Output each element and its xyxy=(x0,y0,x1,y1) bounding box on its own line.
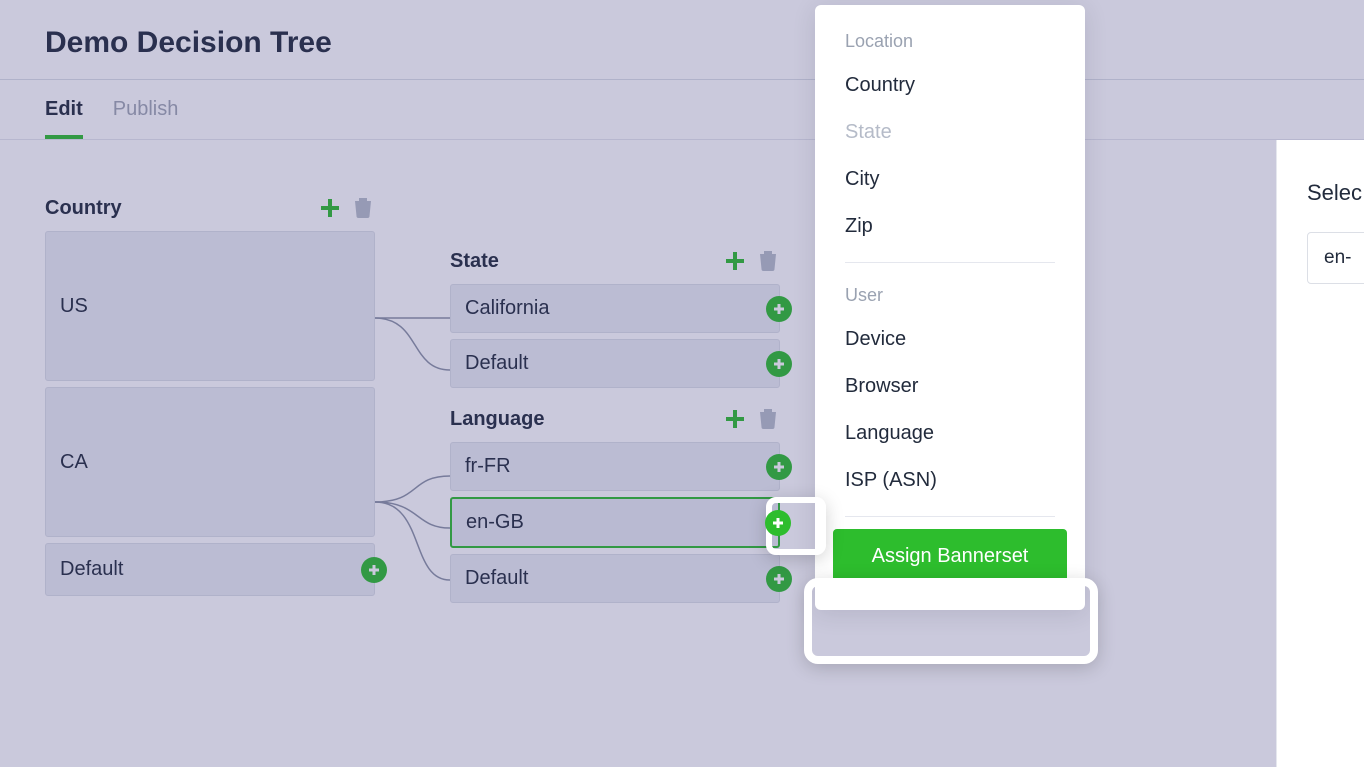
language-title: Language xyxy=(450,408,544,431)
tabs: Edit Publish xyxy=(0,80,1364,140)
plus-icon[interactable] xyxy=(722,406,748,432)
dropdown-item-browser[interactable]: Browser xyxy=(815,363,1085,410)
add-child-icon[interactable] xyxy=(766,296,792,322)
add-child-icon[interactable] xyxy=(361,557,387,583)
node-label: Default xyxy=(60,558,123,581)
add-child-icon[interactable] xyxy=(766,566,792,592)
country-item-ca[interactable]: CA xyxy=(45,387,375,537)
add-child-icon[interactable] xyxy=(766,351,792,377)
dropdown-item-language[interactable]: Language xyxy=(815,410,1085,457)
dropdown-item-country[interactable]: Country xyxy=(815,62,1085,109)
language-item-frfr[interactable]: fr-FR xyxy=(450,442,780,491)
language-item-default[interactable]: Default xyxy=(450,554,780,603)
country-item-default[interactable]: Default xyxy=(45,543,375,596)
node-label: en-GB xyxy=(466,511,524,534)
dropdown-divider xyxy=(845,516,1055,517)
tab-publish[interactable]: Publish xyxy=(113,98,179,139)
dropdown-item-isp[interactable]: ISP (ASN) xyxy=(815,457,1085,504)
trash-icon[interactable] xyxy=(353,196,375,220)
assign-bannerset-button[interactable]: Assign Bannerset xyxy=(833,529,1067,584)
node-label: Default xyxy=(465,567,528,590)
state-header: State xyxy=(450,248,780,274)
add-child-icon[interactable] xyxy=(766,454,792,480)
dropdown-item-zip[interactable]: Zip xyxy=(815,203,1085,250)
node-label: California xyxy=(465,297,549,320)
dropdown-section-location: Location xyxy=(815,21,1085,62)
plus-icon[interactable] xyxy=(722,248,748,274)
add-child-icon[interactable] xyxy=(765,510,791,536)
node-label: CA xyxy=(60,451,88,474)
dropdown-item-device[interactable]: Device xyxy=(815,316,1085,363)
language-item-engb[interactable]: en-GB xyxy=(450,497,780,548)
right-panel-label: Selec xyxy=(1307,180,1364,206)
state-item-california[interactable]: California xyxy=(450,284,780,333)
dropdown-section-user: User xyxy=(815,275,1085,316)
trash-icon[interactable] xyxy=(758,249,780,273)
node-label: US xyxy=(60,295,88,318)
node-label: Default xyxy=(465,352,528,375)
country-item-us[interactable]: US xyxy=(45,231,375,381)
dropdown-item-city[interactable]: City xyxy=(815,156,1085,203)
state-title: State xyxy=(450,250,499,273)
trash-icon[interactable] xyxy=(758,407,780,431)
tree-language-column: Language fr-FR en-GB Default xyxy=(450,406,780,609)
state-item-default[interactable]: Default xyxy=(450,339,780,388)
right-panel-input[interactable] xyxy=(1307,232,1364,284)
plus-icon[interactable] xyxy=(317,195,343,221)
tab-edit[interactable]: Edit xyxy=(45,98,83,139)
country-title: Country xyxy=(45,197,122,220)
dropdown-item-state[interactable]: State xyxy=(815,109,1085,156)
header: Demo Decision Tree xyxy=(0,0,1364,80)
dropdown-divider xyxy=(845,262,1055,263)
tree-state-column: State California Default xyxy=(450,248,780,394)
country-header: Country xyxy=(45,195,375,221)
page-title: Demo Decision Tree xyxy=(45,26,1364,60)
tree-country-column: Country US CA Default xyxy=(45,195,375,602)
right-side-panel: Selec xyxy=(1276,140,1364,767)
language-header: Language xyxy=(450,406,780,432)
node-label: fr-FR xyxy=(465,455,511,478)
add-branch-dropdown: Location Country State City Zip User Dev… xyxy=(815,5,1085,610)
